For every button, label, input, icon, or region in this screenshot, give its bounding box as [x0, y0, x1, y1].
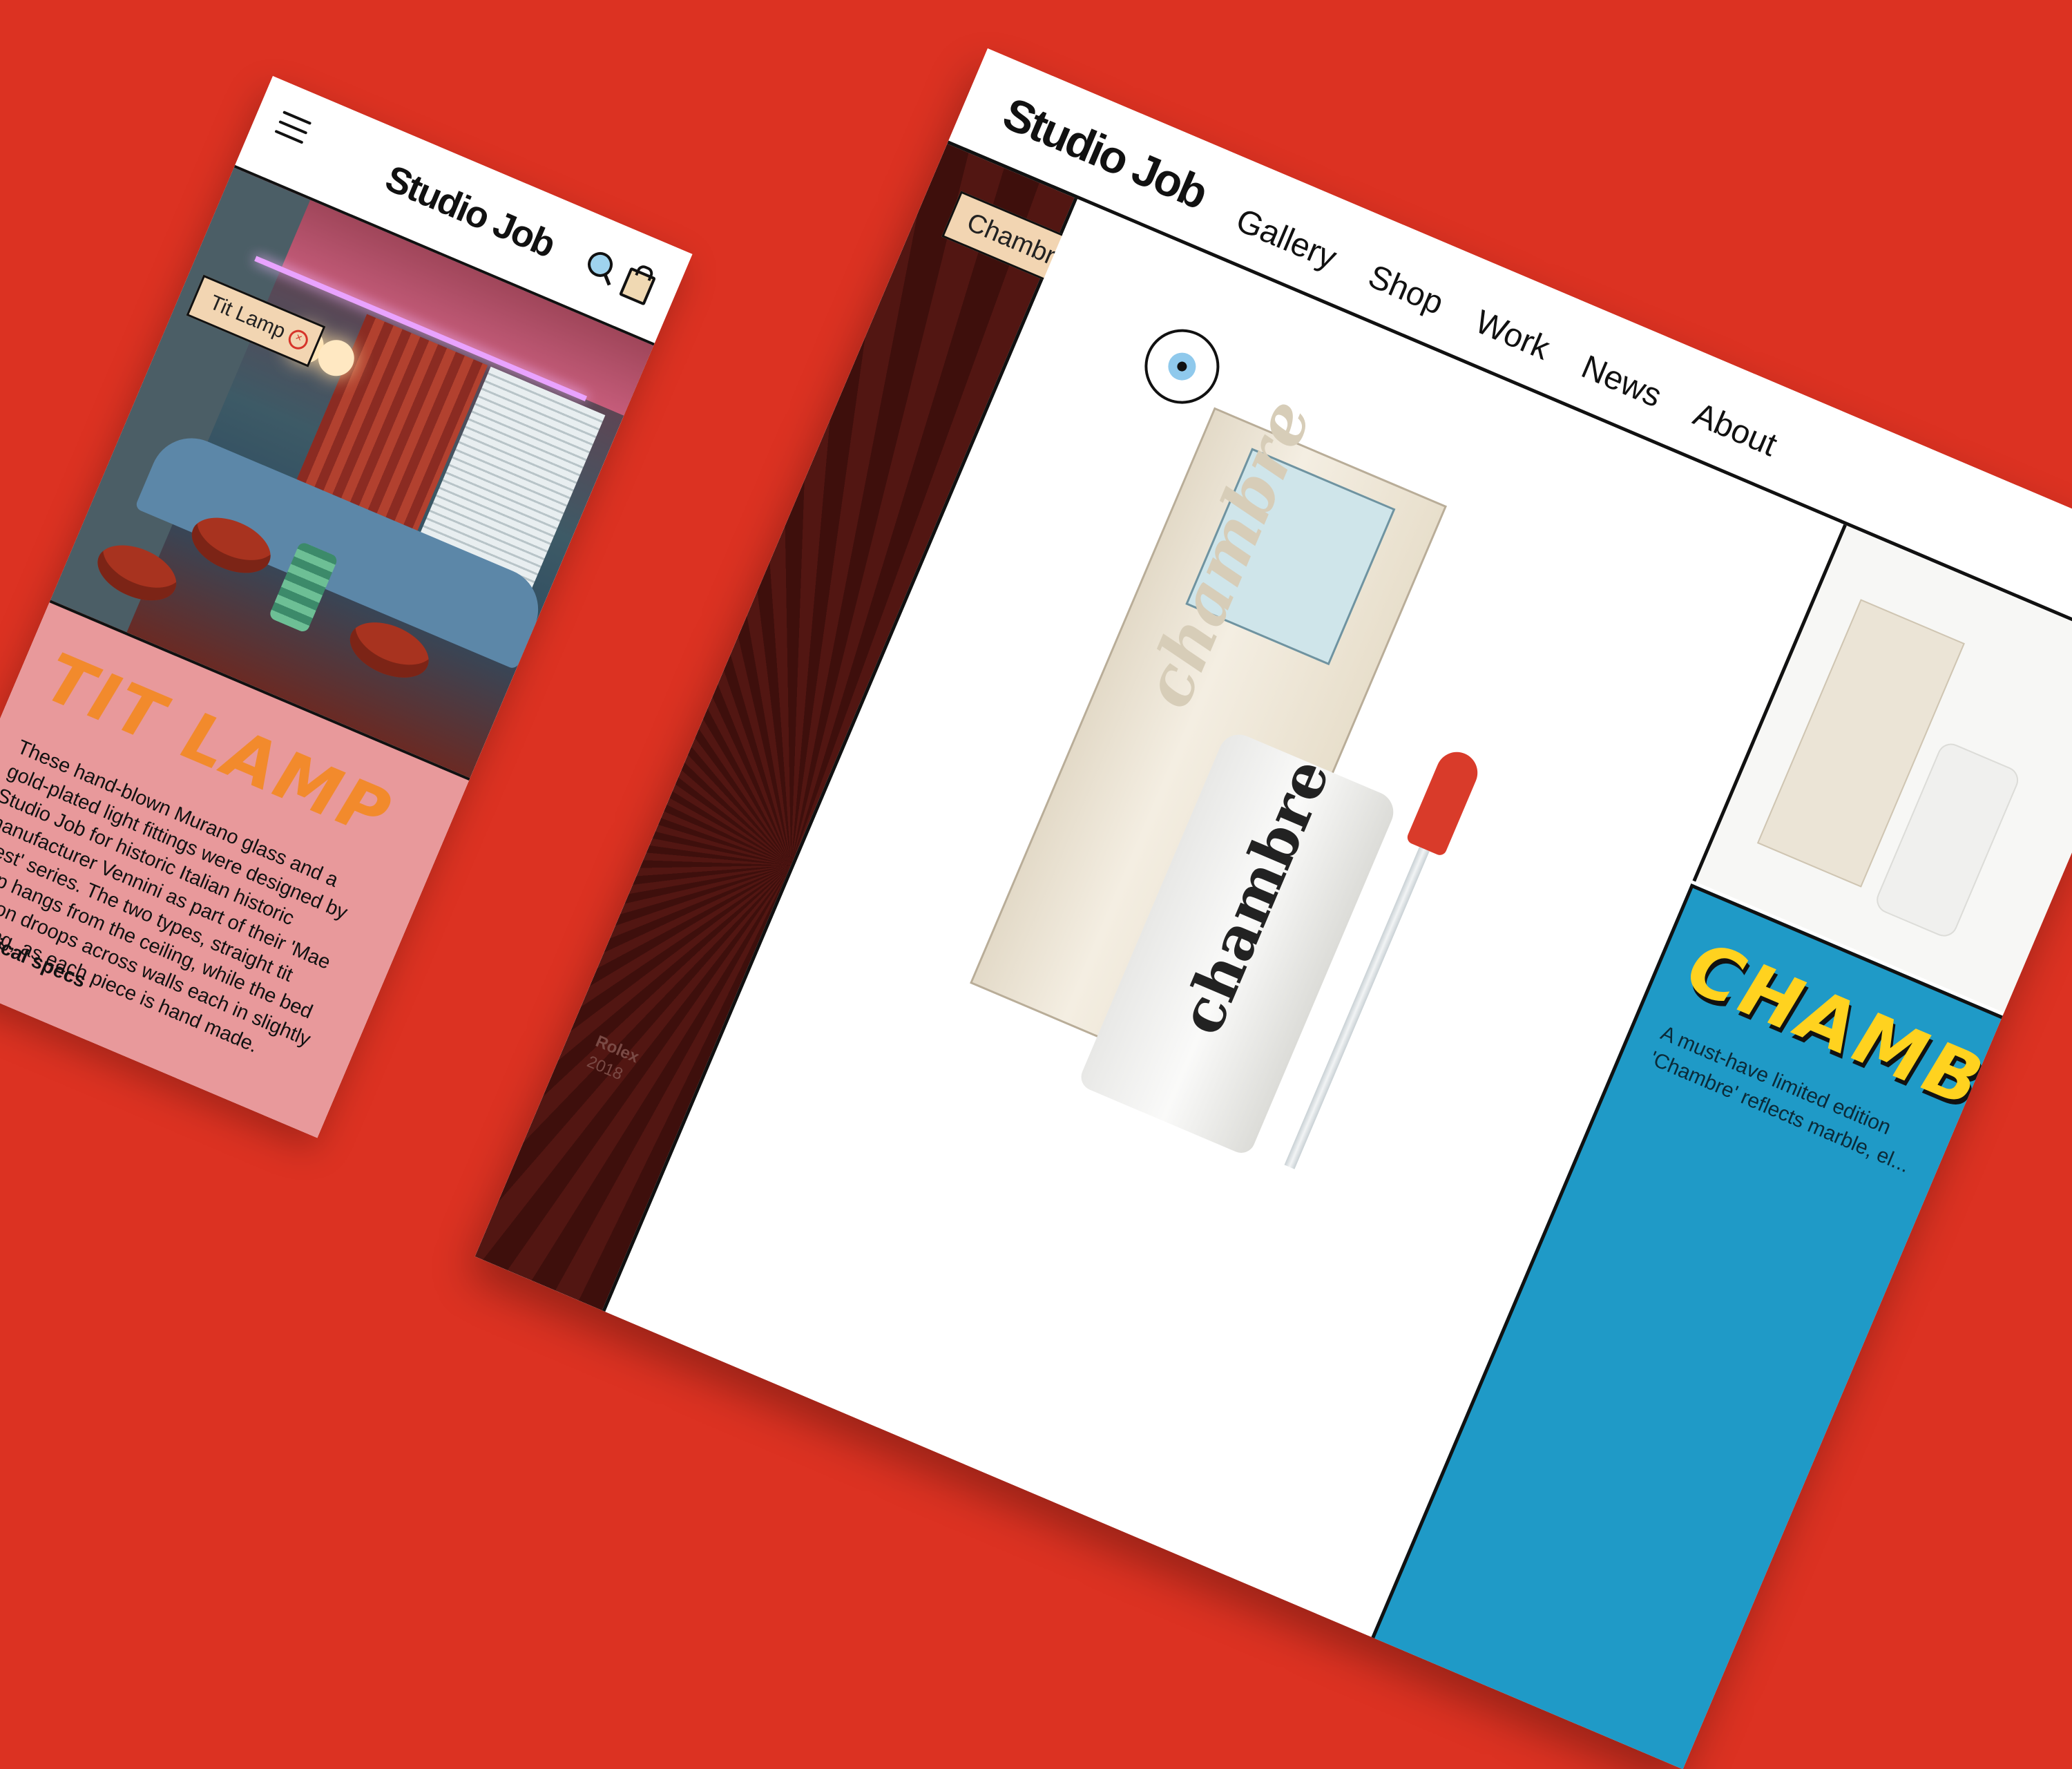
desktop-mockup: Studio Job Gallery Shop Work News About … [474, 48, 2072, 1769]
nav-gallery[interactable]: Gallery [1231, 201, 1342, 277]
eye-icon[interactable] [1133, 317, 1231, 416]
shopping-bag-icon[interactable] [618, 267, 656, 306]
nav-work[interactable]: Work [1470, 303, 1555, 367]
nav-shop[interactable]: Shop [1363, 258, 1449, 323]
nav-about[interactable]: About [1688, 395, 1783, 464]
search-icon[interactable] [584, 248, 617, 281]
hamburger-icon[interactable] [274, 111, 312, 144]
mobile-mockup: Studio Job Tit Lamp × TIT LAMP These han… [0, 76, 693, 1138]
dropper-bulb [1405, 745, 1484, 857]
nav-news[interactable]: News [1576, 348, 1667, 416]
close-icon[interactable]: × [285, 327, 311, 352]
